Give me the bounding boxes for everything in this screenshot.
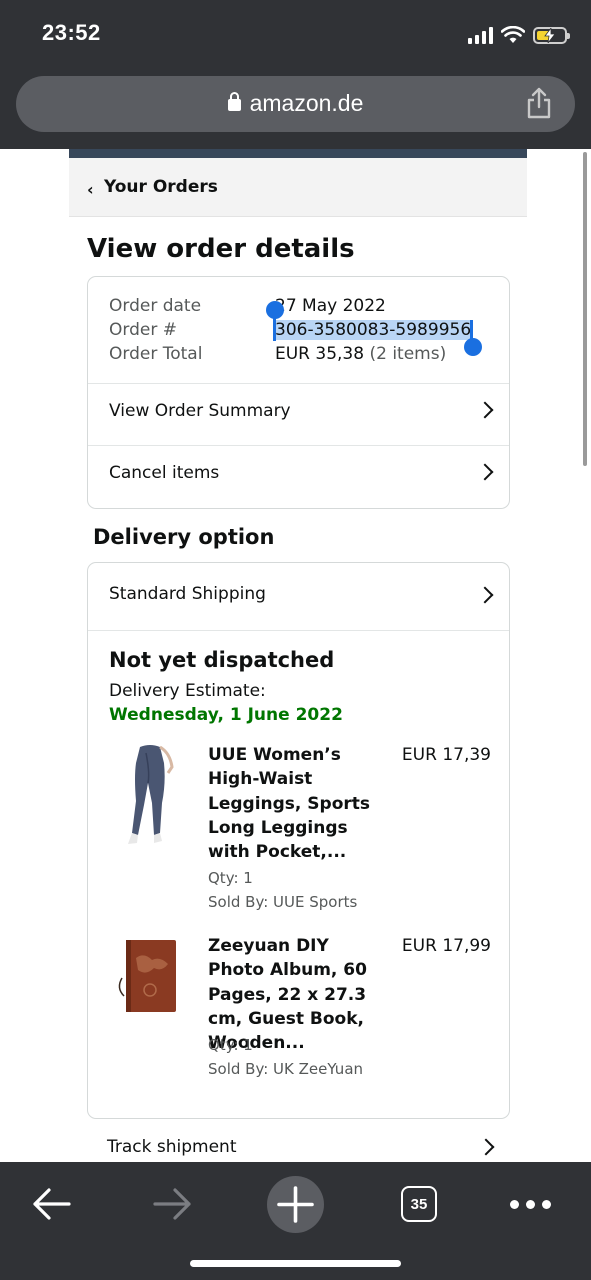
order-date-label: Order date	[109, 296, 202, 316]
track-shipment-row[interactable]: Track shipment	[87, 1120, 510, 1162]
item-qty: Qty: 1	[208, 869, 253, 887]
order-total-label: Order Total	[109, 344, 203, 364]
breadcrumb-your-orders[interactable]: Your Orders	[104, 177, 218, 197]
item-price: EUR 17,99	[401, 936, 491, 956]
order-date-value: 27 May 2022	[275, 296, 386, 316]
page-scrollbar[interactable]	[583, 152, 587, 466]
item-price: EUR 17,39	[401, 745, 491, 765]
url-domain: amazon.de	[249, 90, 364, 116]
arrow-left-icon	[33, 1188, 71, 1220]
item-title-link[interactable]: UUE Women’s High-Waist Leggings, Sports …	[208, 743, 390, 864]
shipping-method-label: Standard Shipping	[109, 584, 266, 604]
chevron-right-icon	[476, 586, 494, 604]
selection-end-handle[interactable]	[464, 338, 482, 356]
standard-shipping-row[interactable]: Standard Shipping	[88, 563, 509, 624]
chevron-right-icon	[476, 463, 494, 481]
dispatch-status: Not yet dispatched	[109, 648, 335, 672]
share-icon[interactable]	[525, 87, 553, 119]
chevron-right-icon	[476, 401, 494, 419]
photo-album-product-image[interactable]	[110, 938, 186, 1016]
item-qty: Qty: 1	[208, 1036, 253, 1054]
selection-start-handle[interactable]	[266, 301, 284, 319]
order-total-value: EUR 35,38	[275, 344, 365, 364]
view-order-summary-label: View Order Summary	[109, 401, 291, 421]
leggings-product-image[interactable]	[110, 743, 186, 849]
delivery-card: Standard Shipping Not yet dispatched Del…	[87, 562, 510, 1119]
address-bar[interactable]: amazon.de	[16, 76, 575, 132]
new-tab-button[interactable]	[266, 1175, 324, 1233]
breadcrumb[interactable]: ‹ Your Orders	[69, 158, 527, 217]
forward-button[interactable]	[150, 1176, 196, 1232]
more-dots-icon	[509, 1199, 551, 1209]
item-seller: Sold By: UUE Sports	[208, 893, 358, 911]
status-time: 23:52	[42, 20, 101, 45]
order-item-count: (2 items)	[369, 344, 447, 364]
site-header-bar	[69, 149, 527, 158]
cancel-items-row[interactable]: Cancel items	[88, 445, 509, 506]
tab-switcher-button[interactable]: 35	[401, 1186, 437, 1222]
order-number-value[interactable]: 306-3580083-5989956	[275, 320, 472, 340]
page-title: View order details	[87, 234, 355, 264]
battery-charging-icon	[533, 26, 570, 44]
delivery-estimate-date: Wednesday, 1 June 2022	[109, 705, 343, 725]
divider	[88, 630, 509, 631]
order-number-selection[interactable]: 306-3580083-5989956	[275, 320, 472, 340]
lock-icon	[227, 92, 241, 111]
delivery-estimate-label: Delivery Estimate:	[109, 681, 266, 701]
wifi-icon	[501, 26, 525, 43]
order-number-label: Order #	[109, 320, 177, 340]
plus-icon	[276, 1185, 314, 1223]
back-button[interactable]	[28, 1176, 74, 1232]
track-shipment-label: Track shipment	[107, 1137, 237, 1157]
browser-top-bar: 23:52 amazon.de	[0, 0, 591, 149]
arrow-right-icon	[153, 1188, 191, 1220]
chevron-left-icon: ‹	[87, 180, 94, 199]
delivery-option-heading: Delivery option	[93, 525, 275, 549]
chevron-right-icon	[477, 1138, 495, 1156]
cellular-signal-icon	[468, 26, 493, 44]
view-order-summary-row[interactable]: View Order Summary	[88, 383, 509, 444]
cancel-items-label: Cancel items	[109, 463, 220, 483]
home-indicator	[190, 1260, 401, 1267]
order-info-card: Order date 27 May 2022 Order # 306-35800…	[87, 276, 510, 509]
item-seller: Sold By: UK ZeeYuan	[208, 1060, 364, 1078]
status-icons	[468, 24, 570, 46]
more-menu-button[interactable]	[505, 1176, 555, 1232]
